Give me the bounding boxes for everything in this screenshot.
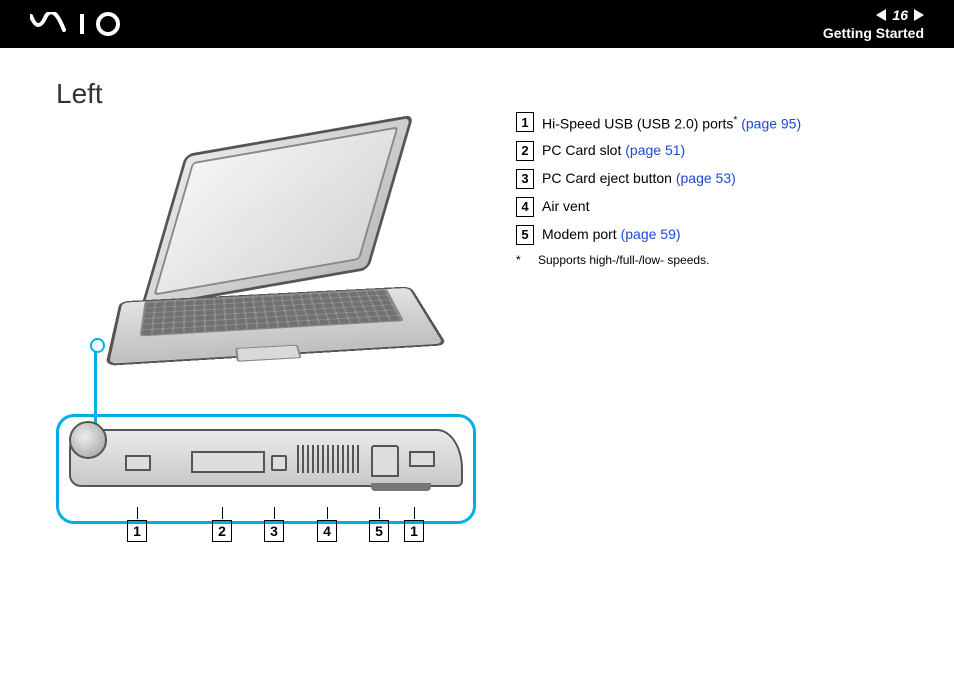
legend-text: PC Card eject button (page 53) [542,169,736,187]
page-link[interactable]: (page 95) [741,116,801,132]
legend-num-icon: 1 [516,112,534,132]
legend-text: Modem port (page 59) [542,225,681,243]
callout-2: 2 [212,507,232,542]
legend: 1 Hi-Speed USB (USB 2.0) ports* (page 95)… [496,78,914,524]
header-right: 16 Getting Started [823,7,924,41]
side-view-box: 123451 [56,414,476,524]
legend-item-4: 4 Air vent [516,197,914,217]
vaio-logo [30,12,140,36]
next-page-icon[interactable] [914,9,924,21]
callout-1: 1 [127,507,147,542]
header-bar: 16 Getting Started [0,0,954,48]
laptop-side-illustration [69,429,463,487]
legend-text: Air vent [542,197,589,215]
footnote-text: Supports high-/full-/low- speeds. [538,253,709,267]
callout-1: 1 [404,507,424,542]
page-title: Left [56,78,496,110]
legend-num-icon: 5 [516,225,534,245]
callout-row: 123451 [59,507,473,551]
callout-4: 4 [317,507,337,542]
page-nav: 16 [823,7,924,23]
page-link[interactable]: (page 53) [676,170,736,186]
legend-text: Hi-Speed USB (USB 2.0) ports* (page 95) [542,112,801,133]
callout-5: 5 [369,507,389,542]
legend-num-icon: 4 [516,197,534,217]
prev-page-icon[interactable] [876,9,886,21]
section-title: Getting Started [823,25,924,41]
footnote-mark: * [516,253,538,267]
figure: 123451 [56,134,476,524]
page-number: 16 [892,7,908,23]
legend-item-3: 3 PC Card eject button (page 53) [516,169,914,189]
page-link[interactable]: (page 51) [625,142,685,158]
legend-item-5: 5 Modem port (page 59) [516,225,914,245]
legend-item-1: 1 Hi-Speed USB (USB 2.0) ports* (page 95) [516,112,914,133]
legend-num-icon: 2 [516,141,534,161]
legend-num-icon: 3 [516,169,534,189]
laptop-illustration [116,134,446,374]
legend-text: PC Card slot (page 51) [542,141,685,159]
page-link[interactable]: (page 59) [621,226,681,242]
footnote: *Supports high-/full-/low- speeds. [516,253,914,267]
legend-item-2: 2 PC Card slot (page 51) [516,141,914,161]
callout-3: 3 [264,507,284,542]
